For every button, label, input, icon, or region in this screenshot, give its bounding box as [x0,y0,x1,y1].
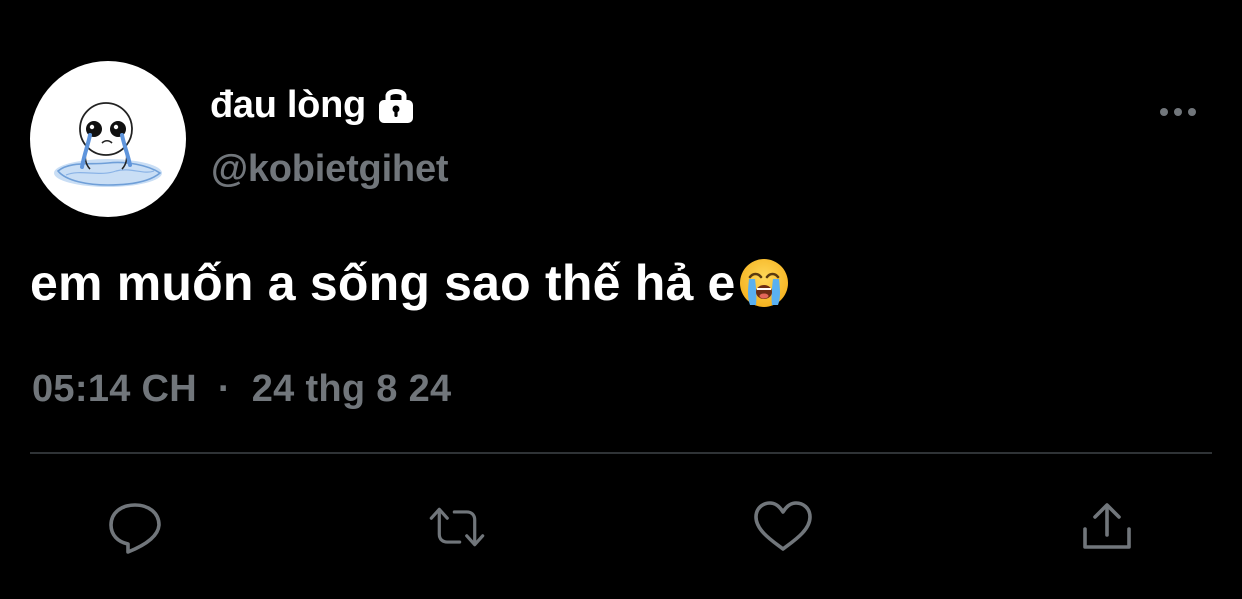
divider [30,452,1212,454]
tweet-card: đau lòng @kobietgihet em muốn a sống sao… [0,0,1242,599]
user-handle[interactable]: @kobietgihet [211,148,449,191]
lock-icon [374,85,418,125]
loudly-crying-face-icon [738,257,790,309]
reply-icon [109,503,161,554]
crying-doodle-avatar [54,102,162,187]
display-name[interactable]: đau lòng [210,84,366,127]
meta-separator: · [217,368,231,410]
reply-button[interactable] [104,496,166,558]
avatar[interactable] [30,61,186,217]
retweet-button[interactable] [426,496,488,558]
share-button[interactable] [1076,496,1138,558]
tweet-time[interactable]: 05:14 CH [32,368,197,410]
tweet-body: em muốn a sống sao thế hả e [30,255,736,311]
retweet-icon [429,507,485,547]
more-button[interactable] [1150,94,1206,130]
like-button[interactable] [752,496,814,558]
timestamp[interactable]: 05:14 CH · 24 thg 8 24 [32,368,451,411]
display-name-row[interactable]: đau lòng [210,82,418,128]
tweet-text: em muốn a sống sao thế hả e [30,254,790,312]
heart-icon [754,501,812,551]
tweet-date[interactable]: 24 thg 8 24 [252,368,452,410]
share-icon [1083,503,1131,549]
more-icon [1160,108,1196,116]
